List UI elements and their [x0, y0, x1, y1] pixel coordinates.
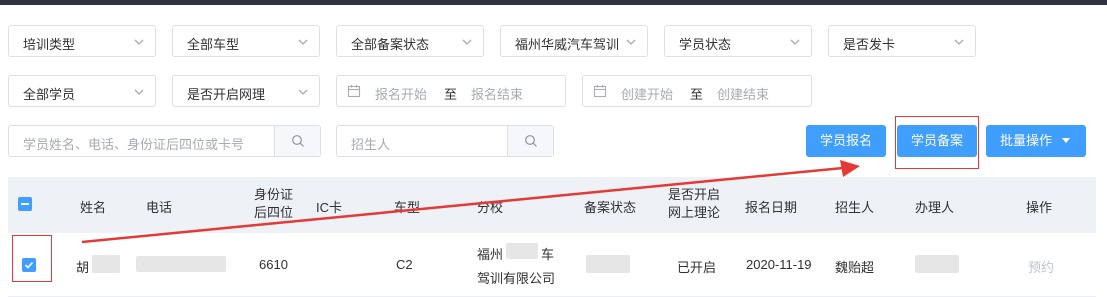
annotation-arrow [81, 160, 860, 244]
